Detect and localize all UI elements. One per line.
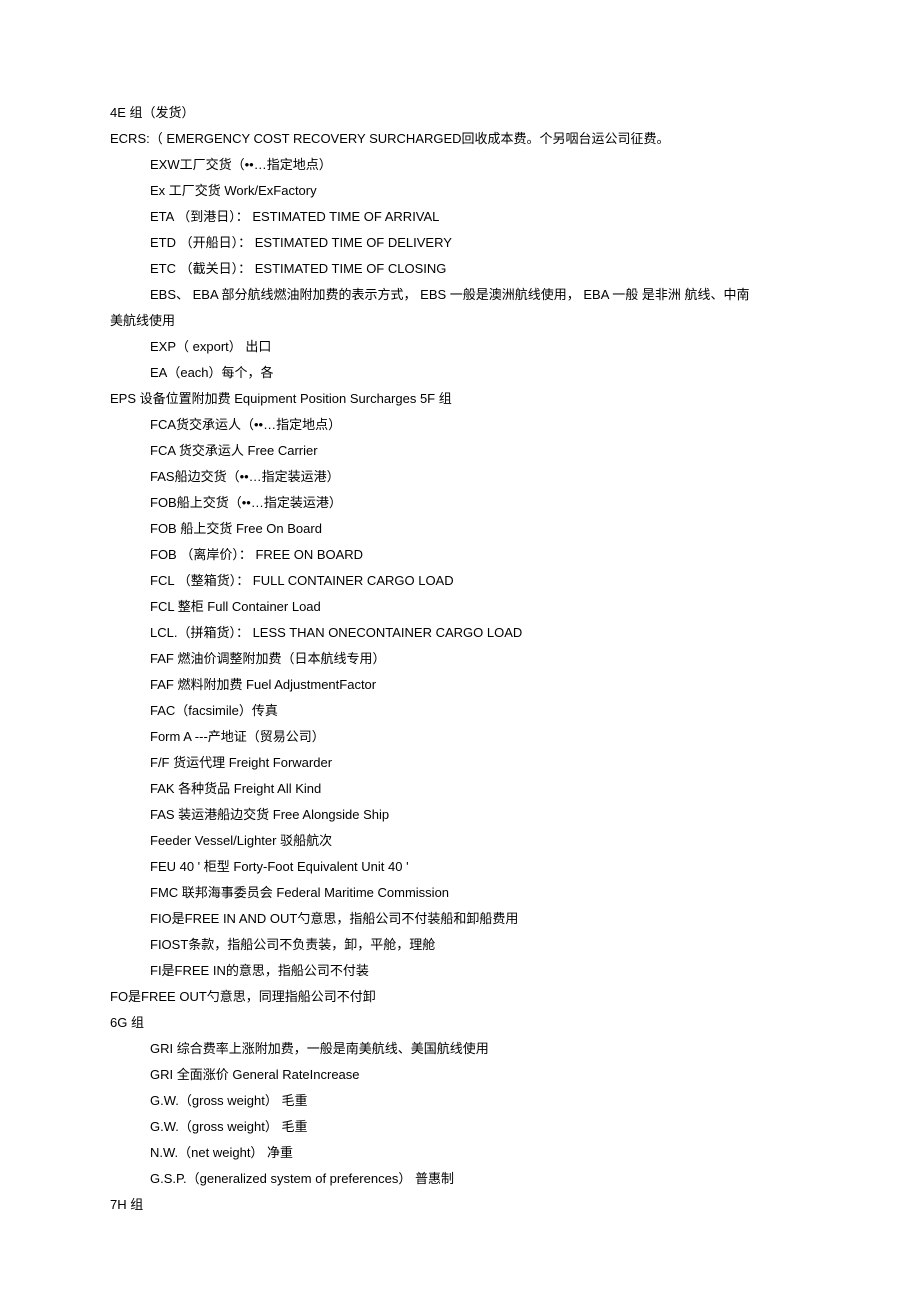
text-line: EPS 设备位置附加费 Equipment Position Surcharge… (110, 386, 810, 412)
text-line: ECRS:（ EMERGENCY COST RECOVERY SURCHARGE… (110, 126, 810, 152)
text-line: FAS船边交货（••…指定装运港） (110, 464, 810, 490)
text-line: Form A ---产地证（贸易公司） (110, 724, 810, 750)
text-line: FCL 整柜 Full Container Load (110, 594, 810, 620)
text-line: EA（each）每个，各 (110, 360, 810, 386)
text-line: FIO是FREE IN AND OUT勺意思，指船公司不付装船和卸船费用 (110, 906, 810, 932)
text-line: GRI 综合费率上涨附加费，一般是南美航线、美国航线使用 (110, 1036, 810, 1062)
text-line: FMC 联邦海事委员会 Federal Maritime Commission (110, 880, 810, 906)
text-line: FAK 各种货品 Freight All Kind (110, 776, 810, 802)
text-line: G.S.P.（generalized system of preferences… (110, 1166, 810, 1192)
text-line: 美航线使用 (110, 308, 810, 334)
text-line: EBS、 EBA 部分航线燃油附加费的表示方式， EBS 一般是澳洲航线使用， … (110, 282, 810, 308)
text-line: LCL.（拼箱货）： LESS THAN ONECONTAINER CARGO … (110, 620, 810, 646)
text-line: N.W.（net weight） 净重 (110, 1140, 810, 1166)
text-line: FAF 燃料附加费 Fuel AdjustmentFactor (110, 672, 810, 698)
text-line: ETC （截关日）： ESTIMATED TIME OF CLOSING (110, 256, 810, 282)
text-line: 7H 组 (110, 1192, 810, 1218)
text-line: FO是FREE OUT勺意思，同理指船公司不付卸 (110, 984, 810, 1010)
text-line: 6G 组 (110, 1010, 810, 1036)
text-line: GRI 全面涨价 General RateIncrease (110, 1062, 810, 1088)
text-line: FCA货交承运人（••…指定地点） (110, 412, 810, 438)
text-line: FEU 40 ' 柜型 Forty-Foot Equivalent Unit 4… (110, 854, 810, 880)
text-line: F/F 货运代理 Freight Forwarder (110, 750, 810, 776)
document-body: 4E 组（发货）ECRS:（ EMERGENCY COST RECOVERY S… (110, 100, 810, 1218)
text-line: FI是FREE IN的意思，指船公司不付装 (110, 958, 810, 984)
text-line: G.W.（gross weight） 毛重 (110, 1114, 810, 1140)
text-line: EXP（ export） 出口 (110, 334, 810, 360)
text-line: FIOST条款，指船公司不负责装，卸，平舱，理舱 (110, 932, 810, 958)
text-line: FAF 燃油价调整附加费（日本航线专用） (110, 646, 810, 672)
text-line: Ex 工厂交货 Work/ExFactory (110, 178, 810, 204)
text-line: EXW工厂交货（••…指定地点） (110, 152, 810, 178)
text-line: FCL （整箱货）： FULL CONTAINER CARGO LOAD (110, 568, 810, 594)
text-line: FAS 装运港船边交货 Free Alongside Ship (110, 802, 810, 828)
text-line: FOB （离岸价）： FREE ON BOARD (110, 542, 810, 568)
text-line: 4E 组（发货） (110, 100, 810, 126)
text-line: Feeder Vessel/Lighter 驳船航次 (110, 828, 810, 854)
text-line: FOB船上交货（••…指定装运港） (110, 490, 810, 516)
text-line: ETA （到港日）： ESTIMATED TIME OF ARRIVAL (110, 204, 810, 230)
text-line: G.W.（gross weight） 毛重 (110, 1088, 810, 1114)
text-line: ETD （开船日）： ESTIMATED TIME OF DELIVERY (110, 230, 810, 256)
text-line: FCA 货交承运人 Free Carrier (110, 438, 810, 464)
text-line: FAC（facsimile）传真 (110, 698, 810, 724)
text-line: FOB 船上交货 Free On Board (110, 516, 810, 542)
